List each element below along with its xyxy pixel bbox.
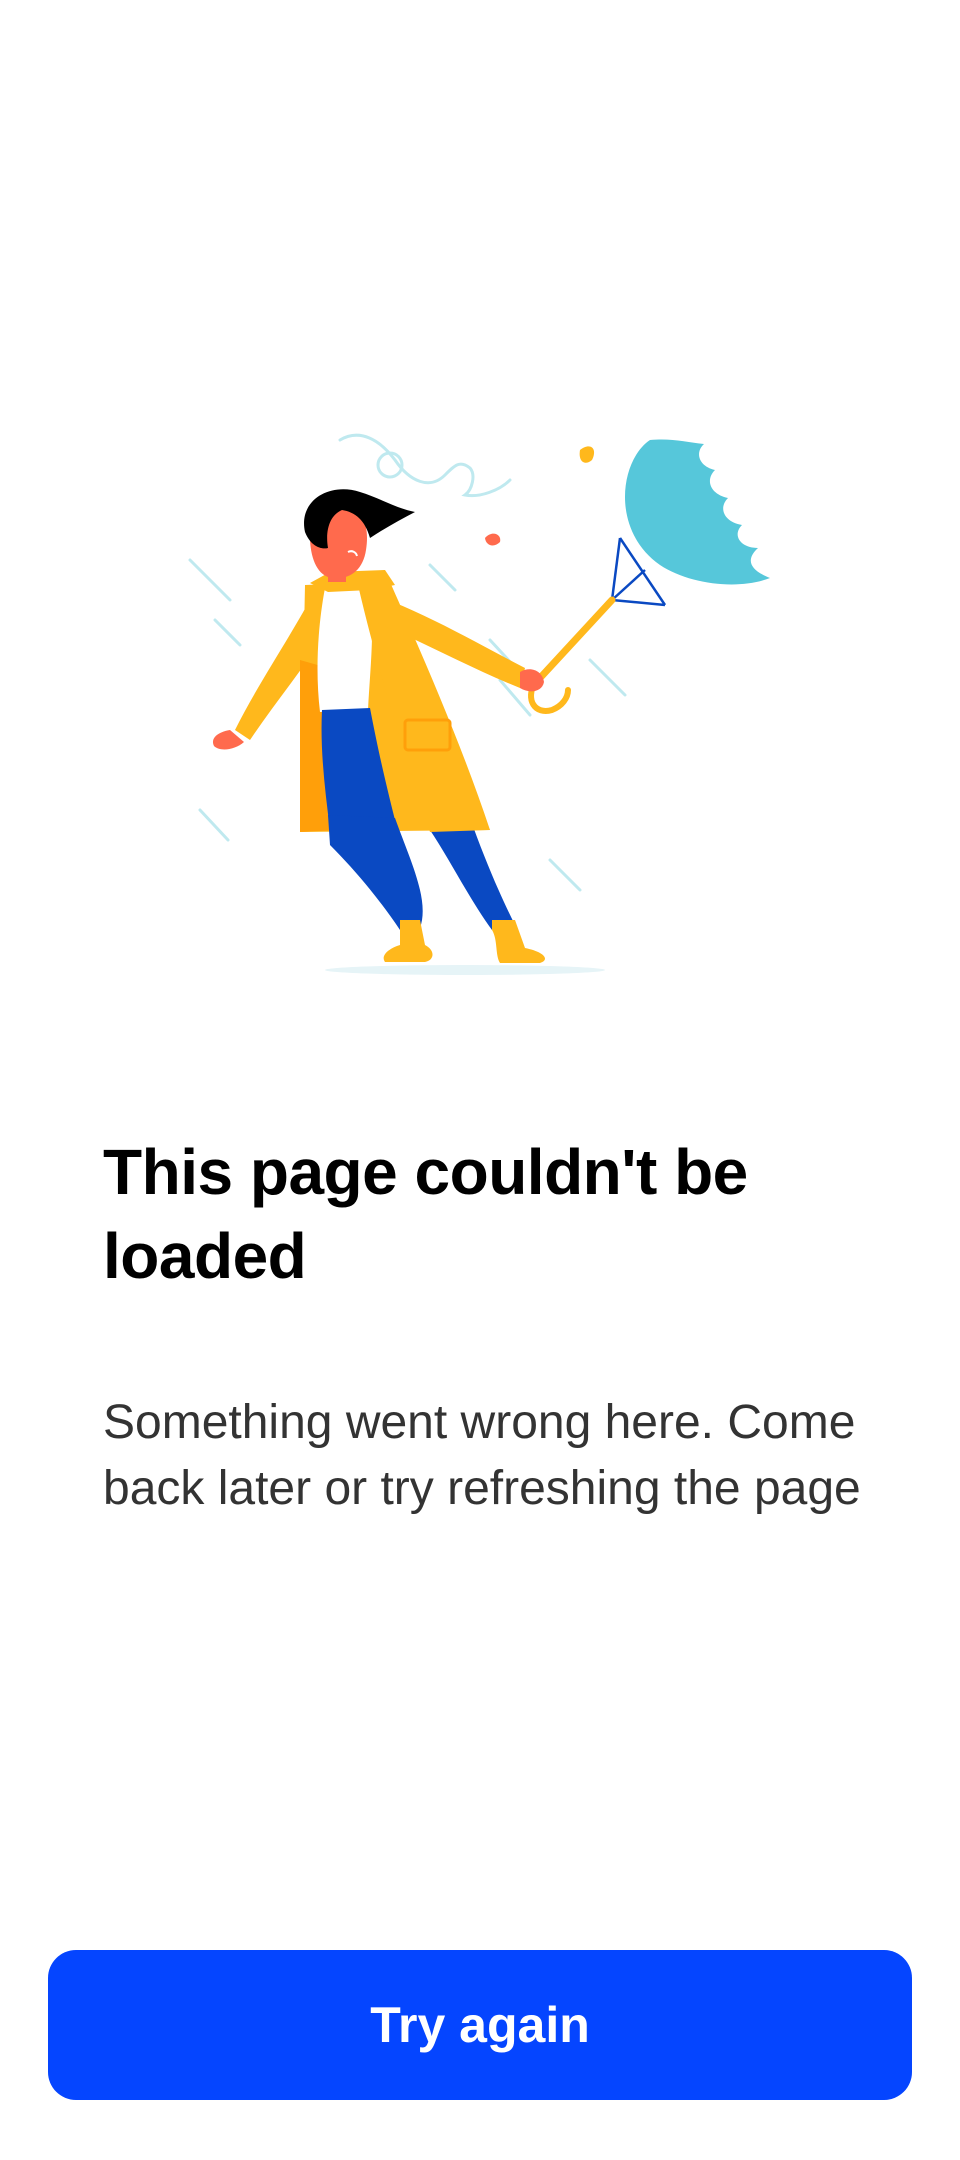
error-description: Something went wrong here. Come back lat… [103,1396,861,1515]
windblown-umbrella-illustration-icon [188,433,770,975]
error-illustration [180,420,780,990]
try-again-button[interactable]: Try again [48,1950,912,2100]
error-title: This page couldn't be loaded [103,1136,748,1292]
